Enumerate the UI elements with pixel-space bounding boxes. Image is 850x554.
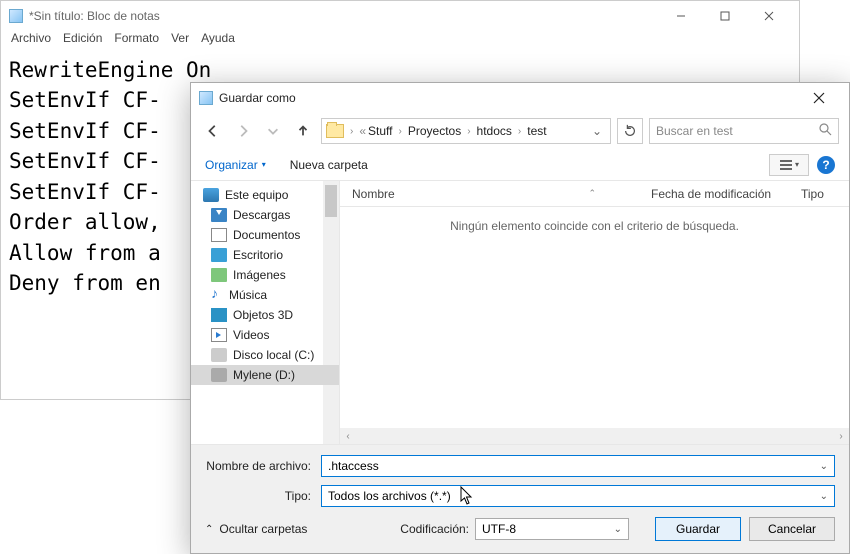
search-input[interactable]: Buscar en test [649, 118, 839, 144]
search-placeholder: Buscar en test [656, 124, 733, 138]
tree-documentos[interactable]: Documentos [191, 225, 339, 245]
notepad-menubar: Archivo Edición Formato Ver Ayuda [1, 31, 799, 51]
filename-input[interactable]: .htaccess⌄ [321, 455, 835, 477]
menu-formato[interactable]: Formato [114, 31, 159, 51]
tree-objetos3d[interactable]: Objetos 3D [191, 305, 339, 325]
notepad-icon [9, 9, 23, 23]
explorer-toolbar: Organizar▾ Nueva carpeta ▾ ? [191, 149, 849, 181]
maximize-button[interactable] [703, 2, 747, 30]
desktop-icon [211, 248, 227, 262]
col-nombre[interactable]: Nombre⌃ [340, 187, 639, 201]
objects3d-icon [211, 308, 227, 322]
minimize-button[interactable] [659, 2, 703, 30]
tree-escritorio[interactable]: Escritorio [191, 245, 339, 265]
notepad-titlebar[interactable]: *Sin título: Bloc de notas [1, 1, 799, 31]
address-dropdown[interactable]: ⌄ [588, 124, 606, 138]
dialog-bottom-panel: Nombre de archivo: .htaccess⌄ Tipo: Todo… [191, 444, 849, 553]
tree-mylene[interactable]: Mylene (D:) [191, 365, 339, 385]
search-icon [819, 123, 832, 139]
notepad-title: *Sin título: Bloc de notas [29, 9, 659, 23]
images-icon [211, 268, 227, 282]
nav-recent-dropdown[interactable] [261, 119, 285, 143]
menu-ver[interactable]: Ver [171, 31, 189, 51]
folder-icon [326, 124, 344, 138]
view-mode-button[interactable]: ▾ [769, 154, 809, 176]
refresh-button[interactable] [617, 118, 643, 144]
tree-videos[interactable]: Videos [191, 325, 339, 345]
crumb-htdocs[interactable]: htdocs [477, 124, 512, 138]
nav-forward-button[interactable] [231, 119, 255, 143]
close-button[interactable] [747, 2, 791, 30]
encoding-label: Codificación: [400, 522, 469, 536]
new-folder-button[interactable]: Nueva carpeta [290, 158, 368, 172]
encoding-select[interactable]: UTF-8⌄ [475, 518, 629, 540]
file-list[interactable]: Nombre⌃ Fecha de modificación Tipo Ningú… [339, 181, 849, 444]
address-bar[interactable]: › « Stuff › Proyectos › htdocs › test ⌄ [321, 118, 611, 144]
tree-imagenes[interactable]: Imágenes [191, 265, 339, 285]
crumb-proyectos[interactable]: Proyectos [408, 124, 461, 138]
type-label: Tipo: [205, 489, 321, 503]
tree-descargas[interactable]: Descargas [191, 205, 339, 225]
help-button[interactable]: ? [817, 156, 835, 174]
documents-icon [211, 228, 227, 242]
column-headers: Nombre⌃ Fecha de modificación Tipo [340, 181, 849, 207]
tree-diskc[interactable]: Disco local (C:) [191, 345, 339, 365]
horizontal-scrollbar[interactable]: ‹› [340, 428, 849, 444]
tree-este-equipo[interactable]: Este equipo [191, 185, 339, 205]
disk-icon [211, 348, 227, 362]
menu-ayuda[interactable]: Ayuda [201, 31, 235, 51]
drive-icon [211, 368, 227, 382]
hide-folders-toggle[interactable]: ⌃Ocultar carpetas [205, 522, 307, 536]
cancel-button[interactable]: Cancelar [749, 517, 835, 541]
nav-up-button[interactable] [291, 119, 315, 143]
filetype-select[interactable]: Todos los archivos (*.*)⌄ [321, 485, 835, 507]
menu-archivo[interactable]: Archivo [11, 31, 51, 51]
downloads-icon [211, 208, 227, 222]
organize-button[interactable]: Organizar▾ [205, 158, 266, 172]
dialog-close-button[interactable] [797, 87, 841, 109]
pc-icon [203, 188, 219, 202]
nav-back-button[interactable] [201, 119, 225, 143]
music-icon [211, 288, 223, 302]
tree-musica[interactable]: Música [191, 285, 339, 305]
dialog-title: Guardar como [219, 91, 797, 105]
empty-message: Ningún elemento coincide con el criterio… [340, 207, 849, 233]
crumb-stuff[interactable]: Stuff [368, 124, 392, 138]
saveas-titlebar[interactable]: Guardar como [191, 83, 849, 113]
nav-row: › « Stuff › Proyectos › htdocs › test ⌄ … [191, 113, 849, 149]
videos-icon [211, 328, 227, 342]
save-button[interactable]: Guardar [655, 517, 741, 541]
col-tipo[interactable]: Tipo [789, 187, 849, 201]
dialog-icon [199, 91, 213, 105]
crumb-test[interactable]: test [527, 124, 546, 138]
filename-label: Nombre de archivo: [205, 459, 321, 473]
menu-edicion[interactable]: Edición [63, 31, 102, 51]
crumb-overflow[interactable]: « [359, 124, 366, 138]
saveas-dialog: Guardar como › « Stuff › Proyectos › htd… [190, 82, 850, 554]
col-fecha[interactable]: Fecha de modificación [639, 187, 789, 201]
folder-tree[interactable]: Este equipo Descargas Documentos Escrito… [191, 181, 339, 444]
